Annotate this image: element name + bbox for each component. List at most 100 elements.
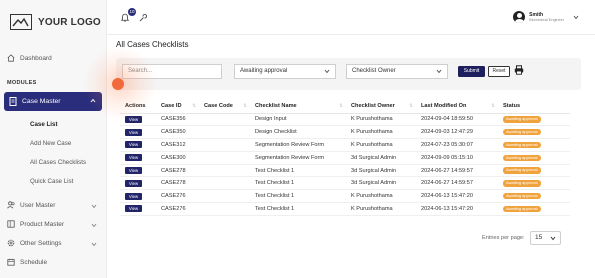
case-code-cell: [199, 151, 250, 165]
chevron-down-icon: [91, 204, 97, 209]
case-id-cell: CASE278: [156, 176, 199, 191]
sidebar-item-label: Other Settings: [20, 239, 62, 247]
checklist-owner-cell: K Purushothama: [346, 125, 416, 140]
checklist-owner-cell: K Purushothama: [346, 189, 416, 204]
entries-per-page-value: 15: [535, 234, 543, 241]
checklist-owner-cell: K Purushothama: [346, 202, 416, 216]
case-id-cell: CASE278: [156, 164, 199, 178]
calendar-icon: [7, 258, 15, 266]
sidebar-item-case-master[interactable]: Case Master: [4, 92, 102, 111]
sidebar-item-user-master[interactable]: User Master: [7, 201, 102, 209]
case-code-cell: [199, 176, 250, 191]
case-code-cell: [199, 189, 250, 204]
column-header-case-id[interactable]: Case ID ⇅: [156, 99, 199, 114]
printer-icon[interactable]: [514, 65, 524, 75]
checklist-name-cell: Test Checklist 1: [250, 202, 346, 216]
status-badge: Awaiting approval: [503, 167, 541, 174]
logo-image-icon: [10, 14, 32, 30]
last-modified-cell: 2024-06-27 14:59:57: [416, 164, 498, 178]
case-id-cell: CASE356: [156, 113, 199, 127]
view-button[interactable]: View: [125, 179, 142, 187]
column-header-checklist-owner[interactable]: Checklist Owner ⇅: [346, 99, 416, 114]
view-button[interactable]: View: [125, 154, 142, 162]
status-badge: Awaiting approval: [503, 192, 541, 200]
reset-button[interactable]: Reset: [488, 66, 510, 77]
sidebar-item-other-settings[interactable]: Other Settings: [7, 239, 62, 247]
status-filter-select[interactable]: Awaiting approval: [234, 64, 336, 79]
table-body: View CASE356 Design Input K Purushothama…: [120, 113, 570, 216]
last-modified-cell: 2024-09-04 18:59:50: [416, 113, 498, 127]
view-button[interactable]: View: [125, 128, 142, 136]
last-modified-cell: 2024-09-09 05:15:10: [416, 151, 498, 165]
user-info: Smith Biomedical Engineer: [529, 12, 564, 23]
status-badge: Awaiting approval: [503, 141, 541, 149]
search-input[interactable]: Search...: [122, 64, 222, 79]
checklist-owner-cell: K Purushothama: [346, 138, 416, 152]
checklist-owner-cell: 3d Surgical Admin: [346, 176, 416, 191]
case-id-cell: CASE276: [156, 202, 199, 216]
gear-icon: [7, 239, 15, 247]
logo[interactable]: YOUR LOGO: [10, 10, 101, 34]
user-menu[interactable]: Smith Biomedical Engineer: [513, 11, 579, 23]
checklist-name-cell: Test Checklist 1: [250, 164, 346, 178]
entries-per-page-label: Entries per page:: [482, 235, 525, 241]
checklist-name-cell: Test Checklist 1: [250, 176, 346, 191]
case-code-cell: [199, 164, 250, 178]
sidebar-item-label: Product Master: [20, 220, 65, 228]
sidebar-subitem-quick-case-list[interactable]: Quick Case List: [30, 178, 73, 185]
view-button[interactable]: View: [125, 115, 142, 123]
owner-filter-select[interactable]: Checklist Owner: [346, 64, 448, 79]
view-button[interactable]: View: [125, 141, 142, 149]
case-id-cell: CASE276: [156, 189, 199, 204]
table-row: View CASE300 Segmentation Review Form 3d…: [120, 151, 570, 165]
status-badge: Awaiting approval: [503, 180, 541, 187]
sidebar-item-dashboard[interactable]: Dashboard: [7, 54, 52, 62]
column-header-case-code[interactable]: Case Code ⇅: [199, 99, 250, 114]
entries-per-page-select[interactable]: 15: [530, 231, 561, 245]
document-icon: [9, 97, 17, 106]
sidebar-item-product-master[interactable]: Product Master: [7, 220, 64, 228]
status-badge: Awaiting approval: [503, 154, 541, 162]
status-badge: Awaiting approval: [503, 128, 541, 136]
sidebar-item-label: Schedule: [20, 258, 48, 266]
column-header-checklist-name[interactable]: Checklist Name ⇅: [250, 99, 346, 114]
checklists-table: Actions Case ID ⇅ Case Code ⇅ Checklist Na…: [120, 99, 570, 216]
sidebar-item-schedule[interactable]: Schedule: [7, 258, 47, 266]
column-header-last-modified[interactable]: Last Modified On ⇅: [416, 99, 498, 114]
sidebar-subitem-case-list[interactable]: Case List: [30, 121, 58, 128]
sidebar-item-label: User Master: [20, 201, 56, 209]
table-header-row: Actions Case ID ⇅ Case Code ⇅ Checklist Na…: [120, 99, 570, 114]
view-button[interactable]: View: [125, 192, 142, 200]
table-row: View CASE278 Test Checklist 1 3d Surgica…: [120, 164, 570, 178]
submit-button[interactable]: Submit: [458, 66, 485, 77]
chevron-down-icon: [550, 236, 556, 241]
chevron-down-icon: [573, 15, 579, 19]
sidebar-subitem-all-cases-checklists[interactable]: All Cases Checklists: [30, 159, 86, 166]
home-icon: [7, 54, 15, 62]
avatar: [513, 11, 526, 23]
last-modified-cell: 2024-06-13 15:47:20: [416, 189, 498, 204]
case-id-cell: CASE350: [156, 125, 199, 140]
sidebar-subitem-add-new-case[interactable]: Add New Case: [30, 140, 71, 147]
checklist-owner-cell: K Purushothama: [346, 113, 416, 127]
table-row: View CASE276 Test Checklist 1 K Purushot…: [120, 202, 570, 216]
chevron-down-icon: [436, 69, 442, 74]
wrench-icon[interactable]: [139, 14, 147, 22]
case-code-cell: [199, 125, 250, 140]
last-modified-cell: 2024-06-13 15:47:20: [416, 202, 498, 216]
users-icon: [7, 201, 15, 209]
checklist-owner-cell: 3d Surgical Admin: [346, 164, 416, 178]
view-button[interactable]: View: [125, 167, 142, 175]
last-modified-cell: 2024-09-03 12:47:29: [416, 125, 498, 140]
checklist-owner-cell: 3d Surgical Admin: [346, 151, 416, 165]
column-header-status: Status: [498, 99, 570, 114]
case-id-cell: CASE312: [156, 138, 199, 152]
checklist-name-cell: Design Input: [250, 113, 346, 127]
sidebar-section-title: MODULES: [7, 80, 37, 86]
chevron-down-icon: [91, 223, 97, 228]
table-row: View CASE350 Design Checklist K Purushot…: [120, 125, 570, 140]
view-button[interactable]: View: [125, 205, 142, 213]
topbar: 10 Smith Biomedical Engineer: [107, 0, 595, 35]
checklist-name-cell: Segmentation Review Form: [250, 138, 346, 152]
table-row: View CASE278 Test Checklist 1 3d Surgica…: [120, 176, 570, 191]
